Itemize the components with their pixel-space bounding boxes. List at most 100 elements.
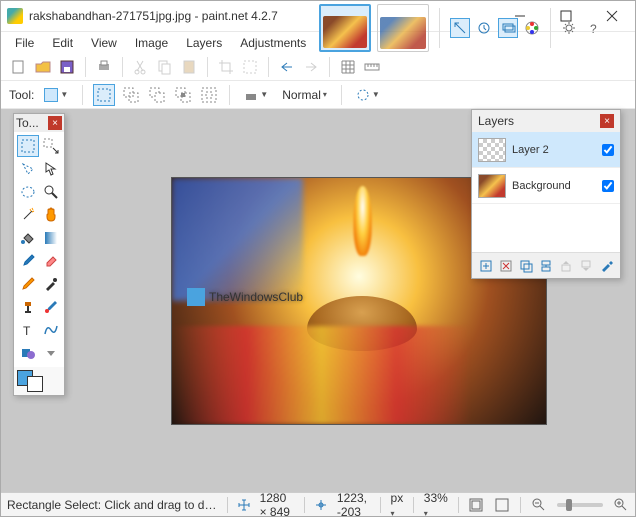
- selmode-replace[interactable]: [93, 84, 115, 106]
- ellipse-select-tool[interactable]: [17, 181, 39, 203]
- unit-selector[interactable]: px ▾: [391, 491, 404, 519]
- shapes-tool[interactable]: [17, 342, 39, 364]
- pencil-tool[interactable]: [17, 273, 39, 295]
- menu-view[interactable]: View: [83, 34, 125, 52]
- history-window-toggle[interactable]: [474, 18, 494, 38]
- paint-bucket-tool[interactable]: [17, 227, 39, 249]
- toolbox-close-icon[interactable]: ×: [48, 116, 62, 130]
- layers-title: Layers: [478, 114, 514, 128]
- selmode-subtract[interactable]: [147, 85, 167, 105]
- selmode-add[interactable]: [121, 85, 141, 105]
- paste-icon[interactable]: [179, 57, 199, 77]
- layers-close-icon[interactable]: ×: [600, 114, 614, 128]
- layer-name: Background: [512, 180, 596, 192]
- move-selection-tool[interactable]: [40, 135, 62, 157]
- help-icon[interactable]: ?: [583, 18, 603, 38]
- new-icon[interactable]: [9, 57, 29, 77]
- selmode-intersect[interactable]: [173, 85, 193, 105]
- svg-text:?: ?: [590, 22, 597, 36]
- color-picker-tool[interactable]: [40, 273, 62, 295]
- menu-file[interactable]: File: [7, 34, 42, 52]
- layers-window-toggle[interactable]: [498, 18, 518, 38]
- save-icon[interactable]: [57, 57, 77, 77]
- gradient-tool[interactable]: [40, 227, 62, 249]
- eraser-tool[interactable]: [40, 250, 62, 272]
- pan-tool[interactable]: [40, 204, 62, 226]
- crop-icon[interactable]: [216, 57, 236, 77]
- cut-icon[interactable]: [131, 57, 151, 77]
- app-icon: [7, 8, 23, 24]
- size-icon: [238, 499, 250, 511]
- menu-layers[interactable]: Layers: [178, 34, 230, 52]
- color-swatch[interactable]: [14, 367, 64, 395]
- move-tool[interactable]: [40, 158, 62, 180]
- open-icon[interactable]: [33, 57, 53, 77]
- layer-name: Layer 2: [512, 144, 596, 156]
- menu-adjustments[interactable]: Adjustments: [232, 34, 314, 52]
- tools-window-toggle[interactable]: [450, 18, 470, 38]
- main-toolbar: [1, 53, 635, 81]
- flood-mode[interactable]: ▼: [240, 84, 272, 106]
- fit-window-icon[interactable]: [468, 495, 484, 515]
- layer-row[interactable]: Layer 2: [472, 132, 620, 168]
- position-icon: [315, 499, 327, 511]
- zoom-tool[interactable]: [40, 181, 62, 203]
- deselect-icon[interactable]: [240, 57, 260, 77]
- actual-size-icon[interactable]: [494, 495, 510, 515]
- print-icon[interactable]: [94, 57, 114, 77]
- svg-text:T: T: [23, 324, 31, 338]
- selection-quality[interactable]: ▼: [352, 84, 384, 106]
- duplicate-layer-icon[interactable]: [518, 258, 534, 274]
- blend-mode[interactable]: Normal▾: [278, 84, 331, 106]
- move-up-icon[interactable]: [558, 258, 574, 274]
- status-position: 1223, -203: [337, 491, 370, 519]
- statusbar: Rectangle Select: Click and drag to draw…: [1, 492, 635, 516]
- layer-thumb: [478, 174, 506, 198]
- layers-window[interactable]: Layers × Layer 2 Background: [471, 109, 621, 279]
- undo-icon[interactable]: [277, 57, 297, 77]
- settings-icon[interactable]: [559, 18, 579, 38]
- watermark: TheWindowsClub: [187, 288, 303, 306]
- layer-properties-icon[interactable]: [598, 258, 614, 274]
- menu-image[interactable]: Image: [127, 34, 176, 52]
- grid-icon[interactable]: [338, 57, 358, 77]
- lasso-tool[interactable]: [17, 158, 39, 180]
- rectangle-select-tool[interactable]: [17, 135, 39, 157]
- ruler-icon[interactable]: [362, 57, 382, 77]
- text-tool[interactable]: T: [17, 319, 39, 341]
- window-title: rakshabandhan-271751jpg.jpg - paint.net …: [29, 9, 278, 23]
- add-layer-icon[interactable]: [478, 258, 494, 274]
- status-hint: Rectangle Select: Click and drag to draw…: [7, 498, 217, 512]
- recolor-tool[interactable]: [40, 296, 62, 318]
- move-down-icon[interactable]: [578, 258, 594, 274]
- thumbnail-strip: ?: [313, 2, 609, 54]
- zoom-in-icon[interactable]: [613, 495, 629, 515]
- layer-row[interactable]: Background: [472, 168, 620, 204]
- colors-window-toggle[interactable]: [522, 18, 542, 38]
- clone-stamp-tool[interactable]: [17, 296, 39, 318]
- redo-icon[interactable]: [301, 57, 321, 77]
- document-thumb-1[interactable]: [319, 4, 371, 52]
- zoom-out-icon[interactable]: [531, 495, 547, 515]
- layer-thumb: [478, 138, 506, 162]
- zoom-slider[interactable]: [557, 503, 603, 507]
- tool-picker[interactable]: ▼: [40, 84, 72, 106]
- tool-options: Tool: ▼ ▼ Normal▾ ▼: [1, 81, 635, 109]
- delete-layer-icon[interactable]: [498, 258, 514, 274]
- toolbox-window[interactable]: To... × T: [13, 113, 65, 396]
- document-thumb-2[interactable]: [377, 4, 429, 52]
- shapes-dropdown[interactable]: [40, 342, 62, 364]
- toolbox-title: To...: [16, 116, 39, 130]
- paintbrush-tool[interactable]: [17, 250, 39, 272]
- line-tool[interactable]: [40, 319, 62, 341]
- magic-wand-tool[interactable]: [17, 204, 39, 226]
- merge-down-icon[interactable]: [538, 258, 554, 274]
- layer-visible-checkbox[interactable]: [602, 180, 614, 192]
- tool-label: Tool:: [9, 88, 34, 102]
- copy-icon[interactable]: [155, 57, 175, 77]
- menu-edit[interactable]: Edit: [44, 34, 81, 52]
- layer-visible-checkbox[interactable]: [602, 144, 614, 156]
- zoom-level[interactable]: 33% ▾: [424, 491, 448, 519]
- status-size: 1280 × 849: [260, 491, 295, 519]
- selmode-invert[interactable]: [199, 85, 219, 105]
